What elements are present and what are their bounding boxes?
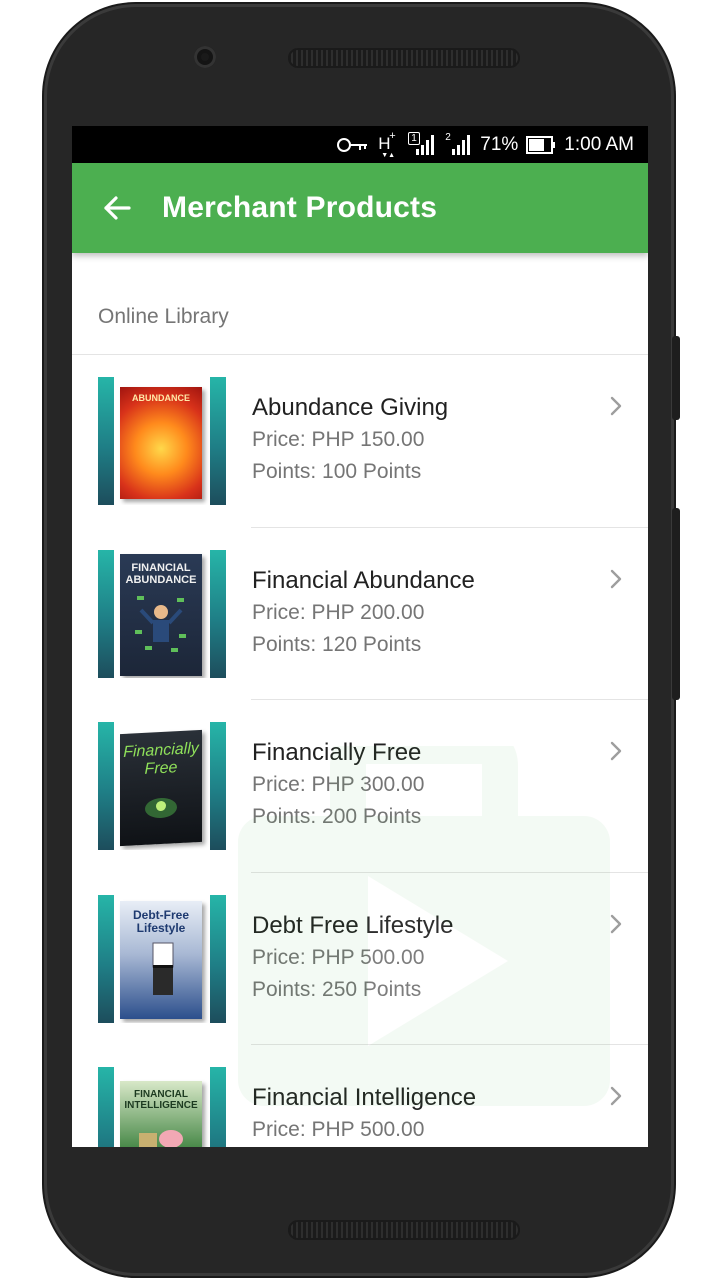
- product-thumbnail: ABUNDANCE: [98, 377, 226, 505]
- product-name: Financially Free: [252, 739, 422, 766]
- book-cover-image: FINANCIAL ABUNDANCE: [120, 553, 202, 676]
- product-price: Price: PHP 500.00: [252, 1118, 425, 1141]
- product-thumbnail: Financially Free: [98, 722, 226, 850]
- product-row-financial-abundance[interactable]: FINANCIAL ABUNDANCE Financial Abundance …: [72, 528, 648, 700]
- chevron-right-icon: [610, 1086, 622, 1106]
- signal-sim2-icon: 2: [444, 132, 472, 158]
- screen: H + ▼▲ 1 2 71% 1:00 AM Merchant Products…: [72, 126, 648, 1147]
- chevron-right-icon: [610, 569, 622, 588]
- page-title: Merchant Products: [162, 191, 438, 224]
- product-points: Points: 100 Points: [252, 460, 422, 483]
- status-bar: H + ▼▲ 1 2 71% 1:00 AM: [72, 126, 648, 163]
- power-button: [672, 336, 680, 420]
- signal-sim1-icon: 1: [408, 131, 436, 158]
- book-cover-image: Debt-Free Lifestyle: [120, 900, 202, 1019]
- app-bar: Merchant Products: [72, 163, 648, 253]
- chevron-right-icon: [610, 914, 622, 933]
- product-thumbnail: FINANCIAL INTELLIGENCE: [98, 1067, 226, 1147]
- product-points: [252, 1146, 476, 1147]
- product-name: Financial Intelligence: [252, 1084, 477, 1111]
- book-cover-image: FINANCIAL INTELLIGENCE: [120, 1081, 202, 1147]
- product-price: Price: PHP 150.00: [252, 428, 425, 451]
- product-name: Debt Free Lifestyle: [252, 911, 454, 939]
- key-icon: [336, 137, 368, 153]
- product-row-financially-free[interactable]: Financially Free Financially Free Price:…: [72, 700, 648, 873]
- product-row-debt-free-lifestyle[interactable]: Debt-Free Lifestyle Debt Free Lifestyle …: [72, 873, 648, 1045]
- volume-button: [672, 508, 680, 700]
- product-price: Price: PHP 500.00: [252, 945, 425, 969]
- front-camera: [194, 46, 216, 68]
- chevron-right-icon: [610, 396, 622, 416]
- battery-percent: 71%: [480, 133, 519, 155]
- product-points: Points: 120 Points: [252, 632, 422, 656]
- product-price: Price: PHP 300.00: [252, 773, 425, 796]
- battery-icon: [526, 135, 556, 155]
- h-plus-network-icon: H + ▼▲: [378, 129, 396, 159]
- product-name: Financial Abundance: [252, 566, 475, 594]
- bottom-speaker-grille: [288, 1220, 520, 1240]
- product-name: Abundance Giving: [252, 394, 449, 421]
- product-thumbnail: Debt-Free Lifestyle: [98, 894, 226, 1023]
- clock: 1:00 AM: [564, 133, 634, 155]
- product-row-abundance-giving[interactable]: ABUNDANCE Abundance Giving Price: PHP 15…: [72, 355, 648, 528]
- product-price: Price: PHP 200.00: [252, 600, 425, 624]
- product-row-financial-intelligence[interactable]: FINANCIAL INTELLIGENCE Financial Intelli…: [72, 1045, 648, 1147]
- product-thumbnail: FINANCIAL ABUNDANCE: [98, 549, 226, 678]
- top-speaker-grille: [288, 48, 520, 68]
- product-points: Points: 250 Points: [252, 977, 422, 1001]
- book-cover-image: Financially Free: [120, 729, 202, 847]
- book-cover-image: ABUNDANCE: [120, 387, 202, 499]
- arrow-left-icon: [104, 196, 131, 220]
- chevron-right-icon: [610, 741, 622, 761]
- product-list-container[interactable]: Online Library ABUNDANCE Abundance Givin…: [72, 253, 648, 1147]
- back-button[interactable]: [72, 163, 162, 253]
- section-header: Online Library: [72, 253, 648, 355]
- product-points: Points: 200 Points: [252, 805, 422, 828]
